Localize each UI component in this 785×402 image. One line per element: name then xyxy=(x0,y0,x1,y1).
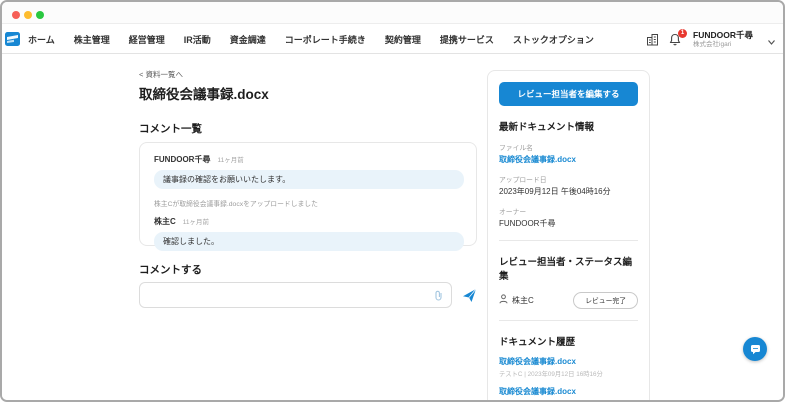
comment-bubble: 確認しました。 xyxy=(154,232,464,251)
nav-item-partner-services[interactable]: 提携サービス xyxy=(440,33,494,46)
comment-author: FUNDOOR千尋 xyxy=(154,154,210,165)
upload-date-label: アップロード日 xyxy=(499,174,638,184)
history-meta: テストC | 2023年09月12日 16時16分 xyxy=(499,369,638,378)
comments-card: FUNDOOR千尋 11ヶ月前 議事録の確認をお願いいたします。 株主Cが取締役… xyxy=(139,142,477,246)
main-content: < 資料一覧へ 取締役会議事録.docx コメント一覧 FUNDOOR千尋 11… xyxy=(2,54,783,400)
comment-input[interactable] xyxy=(140,283,429,307)
nav-item-management[interactable]: 経営管理 xyxy=(129,33,165,46)
divider xyxy=(499,320,638,321)
user-company: 株式会社igari xyxy=(693,41,753,48)
history-item: 取締役会議事録.docx FUNDOOR千尋 | 2023年09月12日 16時… xyxy=(499,386,638,402)
nav-item-shareholder-mgmt[interactable]: 株主管理 xyxy=(74,33,110,46)
chat-bubble-icon xyxy=(750,344,761,355)
comments-heading: コメント一覧 xyxy=(139,121,202,136)
nav-item-home[interactable]: ホーム xyxy=(28,33,55,46)
nav-item-ir[interactable]: IR活動 xyxy=(184,33,211,46)
history-file-link[interactable]: 取締役会議事録.docx xyxy=(499,386,638,397)
comment-author: 株主C xyxy=(154,216,176,227)
minimize-window-button[interactable] xyxy=(24,11,32,19)
document-info-sidebar: レビュー担当者を編集する 最新ドキュメント情報 ファイル名 取締役会議事録.do… xyxy=(487,70,650,402)
history-file-link[interactable]: 取締役会議事録.docx xyxy=(499,356,638,367)
navbar-right: 1 FUNDOOR千尋 株式会社igari xyxy=(645,25,775,54)
zoom-window-button[interactable] xyxy=(36,11,44,19)
file-name-label: ファイル名 xyxy=(499,142,638,152)
fundoor-logo-icon[interactable] xyxy=(5,32,20,46)
edit-reviewer-button[interactable]: レビュー担当者を編集する xyxy=(499,82,638,106)
reviewer-row: 株主C レビュー完了 xyxy=(499,291,638,309)
page-title: 取締役会議事録.docx xyxy=(139,83,269,103)
app-window: ホーム 株主管理 経営管理 IR活動 資金調達 コーポレート手続き 契約管理 提… xyxy=(0,0,785,402)
send-comment-button[interactable] xyxy=(462,288,477,303)
divider xyxy=(499,240,638,241)
reviewer-status-heading: レビュー担当者・ステータス編集 xyxy=(499,254,638,282)
titlebar xyxy=(2,2,783,24)
document-history-heading: ドキュメント履歴 xyxy=(499,334,638,348)
comment-input-wrap xyxy=(139,282,452,308)
comment-time: 11ヶ月前 xyxy=(217,154,243,164)
reviewer-name: 株主C xyxy=(512,295,534,306)
company-building-icon[interactable] xyxy=(645,33,659,47)
system-message: 株主Cが取締役会議事録.docxをアップロードしました xyxy=(154,198,462,208)
nav-item-fundraising[interactable]: 資金調達 xyxy=(230,33,266,46)
latest-document-heading: 最新ドキュメント情報 xyxy=(499,119,638,133)
nav-item-contract-mgmt[interactable]: 契約管理 xyxy=(385,33,421,46)
comment-author-row: FUNDOOR千尋 11ヶ月前 xyxy=(154,154,462,165)
file-name-link[interactable]: 取締役会議事録.docx xyxy=(499,154,638,165)
nav-item-corporate-procedures[interactable]: コーポレート手続き xyxy=(285,33,366,46)
comment-bubble: 議事録の確認をお願いいたします。 xyxy=(154,170,464,189)
owner-value: FUNDOOR千尋 xyxy=(499,218,638,229)
comment-author-row: 株主C 11ヶ月前 xyxy=(154,216,462,227)
comment-form-heading: コメントする xyxy=(139,262,202,277)
close-window-button[interactable] xyxy=(12,11,20,19)
person-icon xyxy=(499,291,508,309)
user-menu[interactable]: FUNDOOR千尋 株式会社igari xyxy=(693,31,753,48)
owner-label: オーナー xyxy=(499,206,638,216)
notification-bell-icon[interactable]: 1 xyxy=(668,33,682,47)
nav-item-stock-options[interactable]: ストックオプション xyxy=(513,33,594,46)
comment-time: 11ヶ月前 xyxy=(183,216,209,226)
user-name: FUNDOOR千尋 xyxy=(693,31,753,41)
history-item: 取締役会議事録.docx テストC | 2023年09月12日 16時16分 xyxy=(499,356,638,378)
attachment-paperclip-icon[interactable] xyxy=(429,286,447,304)
chevron-down-icon[interactable] xyxy=(768,32,775,50)
notification-count-badge: 1 xyxy=(678,29,687,38)
upload-date-value: 2023年09月12日 午後04時16分 xyxy=(499,186,638,197)
top-navbar: ホーム 株主管理 経営管理 IR活動 資金調達 コーポレート手続き 契約管理 提… xyxy=(2,25,783,54)
back-to-documents-link[interactable]: < 資料一覧へ xyxy=(139,69,183,80)
nav-menu: ホーム 株主管理 経営管理 IR活動 資金調達 コーポレート手続き 契約管理 提… xyxy=(28,33,594,46)
review-status-pill[interactable]: レビュー完了 xyxy=(573,292,638,309)
chat-support-button[interactable] xyxy=(743,337,767,361)
